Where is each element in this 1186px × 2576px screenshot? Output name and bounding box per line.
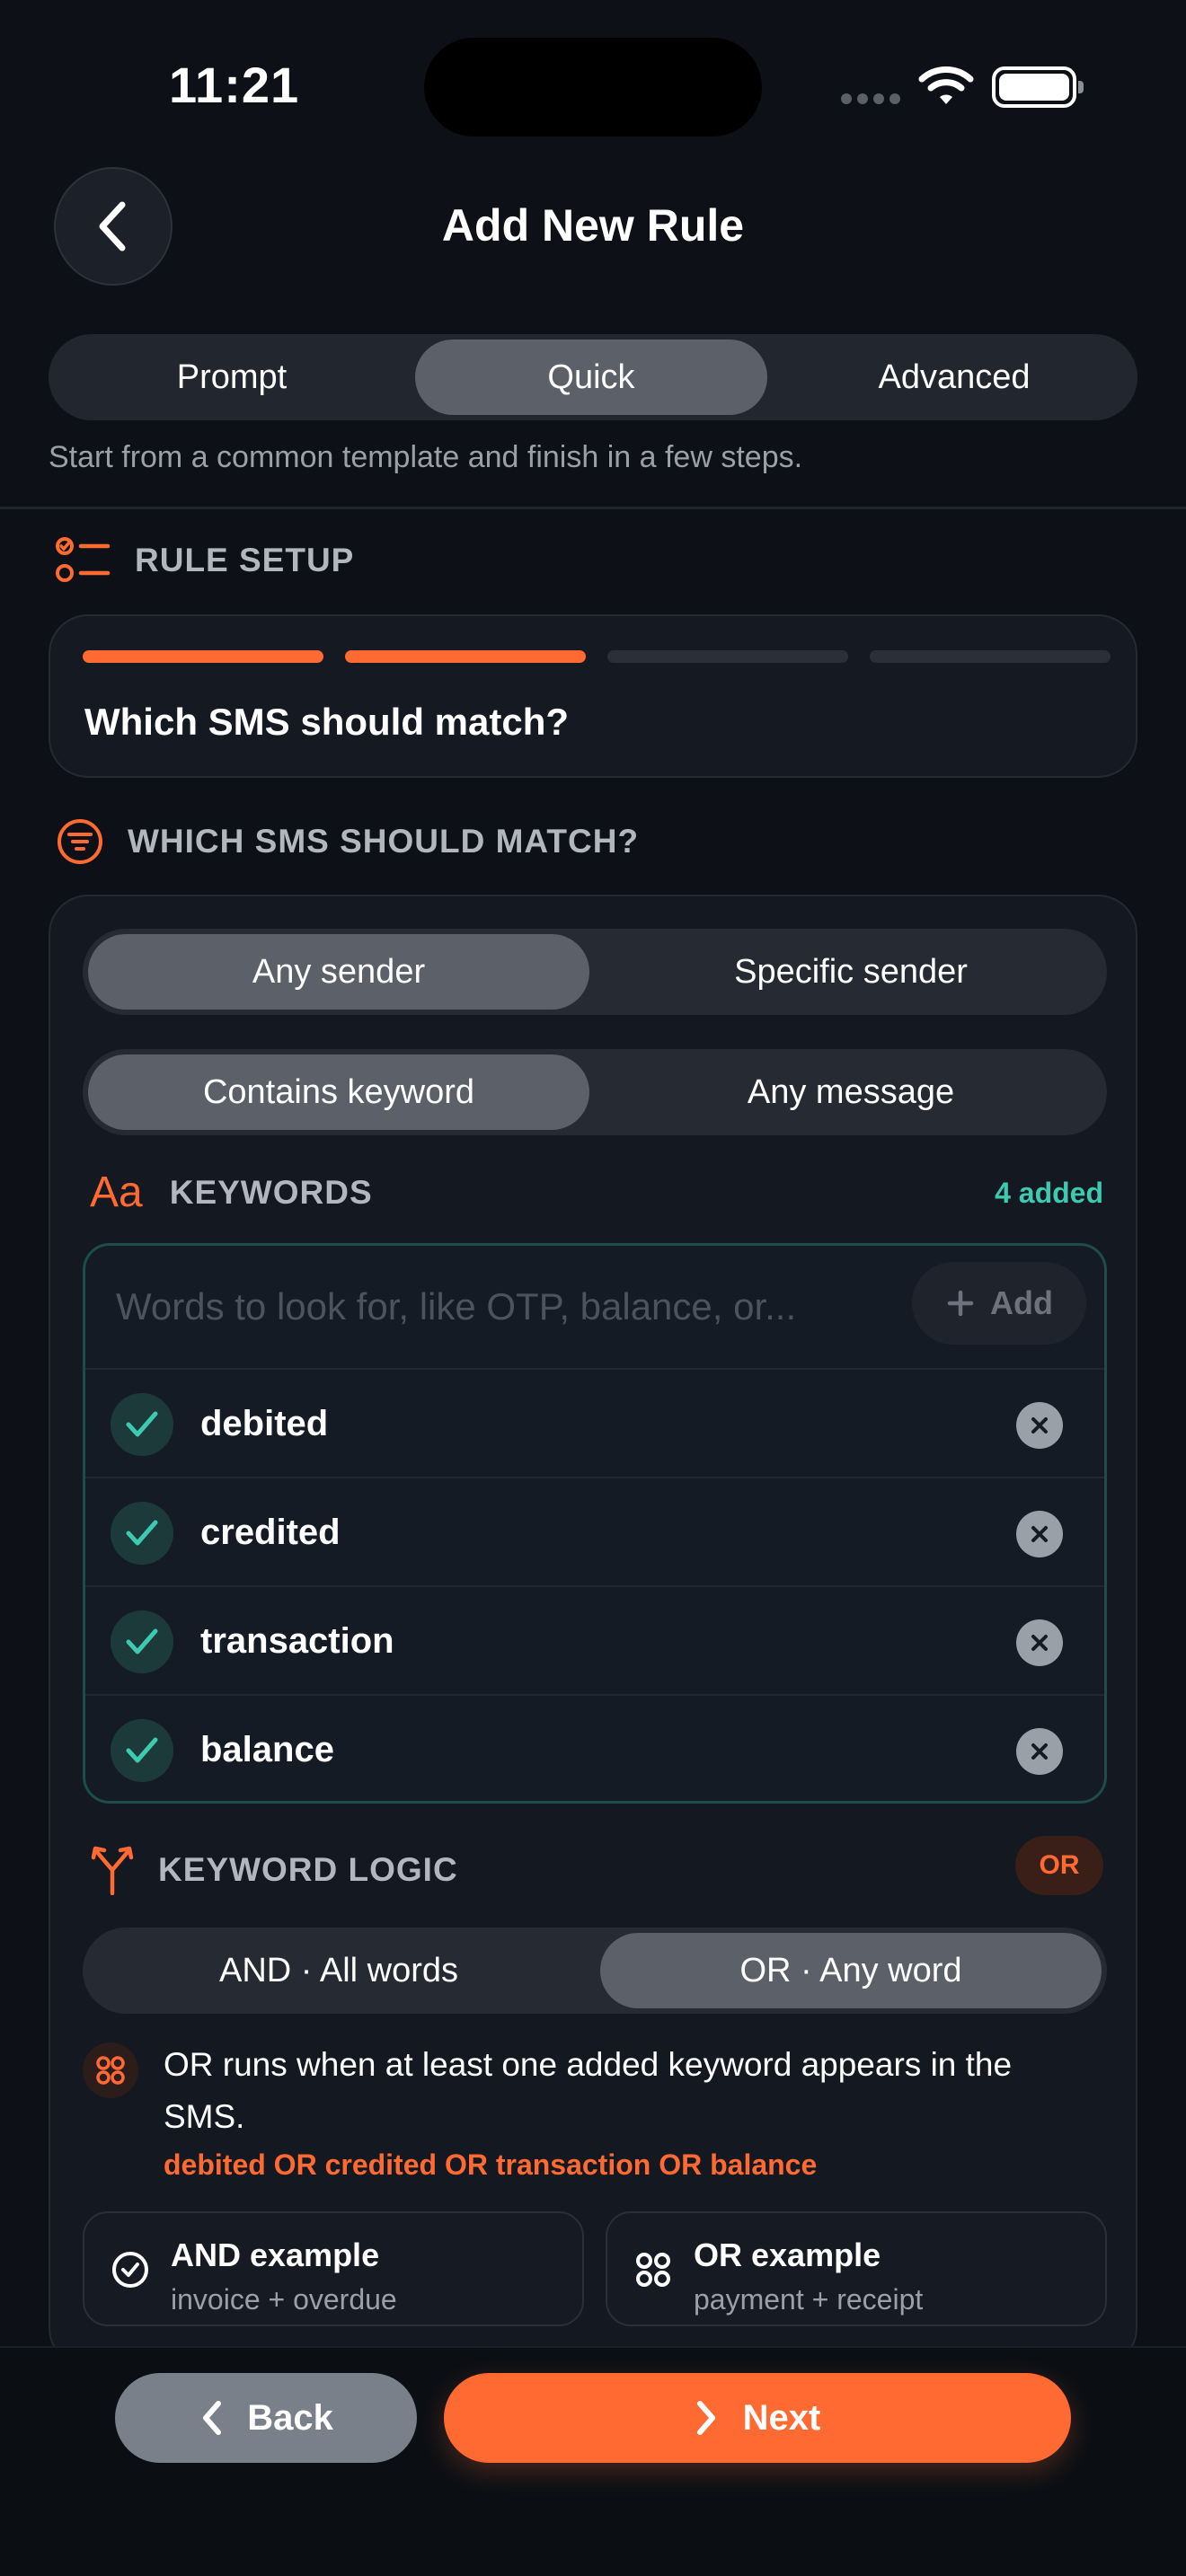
- match-card: Any sender Specific sender Contains keyw…: [49, 895, 1137, 2368]
- close-icon: [1031, 1417, 1048, 1434]
- split-arrow-icon: [91, 1846, 134, 1895]
- keywords-heading-label: KEYWORDS: [169, 1173, 373, 1211]
- step-question: Which SMS should match?: [84, 701, 570, 743]
- keywords-box: Words to look for, like OTP, balance, or…: [83, 1243, 1107, 1804]
- add-keyword-button[interactable]: Add: [912, 1262, 1086, 1345]
- example-subtitle: invoice + overdue: [171, 2283, 397, 2316]
- specific-sender-option[interactable]: Specific sender: [600, 934, 1102, 1010]
- and-example-card[interactable]: AND example invoice + overdue: [83, 2211, 584, 2326]
- step-bar: [83, 650, 323, 663]
- remove-keyword-button[interactable]: [1016, 1728, 1063, 1775]
- keyword-row: credited: [85, 1477, 1104, 1585]
- remove-keyword-button[interactable]: [1016, 1511, 1063, 1557]
- match-heading-label: WHICH SMS SHOULD MATCH?: [128, 823, 640, 860]
- grid-dots-icon: [636, 2253, 670, 2287]
- mode-segmented-control: Prompt Quick Advanced: [49, 334, 1137, 420]
- next-label: Next: [742, 2397, 821, 2438]
- remove-keyword-button[interactable]: [1016, 1402, 1063, 1449]
- tab-quick[interactable]: Quick: [415, 340, 767, 415]
- keyword-label: transaction: [200, 1621, 394, 1661]
- keyword-row: debited: [85, 1368, 1104, 1477]
- chevron-right-icon: [696, 2401, 715, 2435]
- and-option[interactable]: AND · All words: [88, 1933, 589, 2008]
- example-title: AND example: [171, 2236, 380, 2273]
- keyword-label: credited: [200, 1513, 341, 1552]
- plus-icon: [947, 1290, 974, 1317]
- keywords-heading: Aa KEYWORDS: [90, 1168, 373, 1217]
- example-subtitle: payment + receipt: [694, 2283, 924, 2316]
- page-title: Add New Rule: [441, 200, 745, 251]
- add-label: Add: [990, 1284, 1053, 1321]
- tab-prompt[interactable]: Prompt: [56, 340, 408, 415]
- close-icon: [1031, 1743, 1048, 1760]
- keyword-input-row: Words to look for, like OTP, balance, or…: [85, 1246, 1104, 1368]
- battery-icon: [992, 66, 1084, 108]
- check-circle-icon: [112, 2252, 148, 2288]
- logic-explanation: OR runs when at least one added keyword …: [164, 2046, 1013, 2135]
- match-heading: WHICH SMS SHOULD MATCH?: [56, 817, 639, 866]
- keyword-label: debited: [200, 1404, 329, 1443]
- rule-setup-label: RULE SETUP: [135, 542, 355, 578]
- close-icon: [1031, 1635, 1048, 1651]
- example-title: OR example: [694, 2236, 881, 2273]
- keyword-label: balance: [200, 1730, 334, 1769]
- logic-expression: debited OR credited OR transaction OR ba…: [164, 2148, 818, 2181]
- bottom-action-bar: Back Next: [0, 2346, 1186, 2576]
- text-format-icon: Aa: [90, 1169, 143, 1216]
- wifi-icon: [918, 66, 974, 104]
- or-example-card[interactable]: OR example payment + receipt: [606, 2211, 1107, 2326]
- tab-advanced[interactable]: Advanced: [778, 340, 1130, 415]
- check-icon: [111, 1719, 173, 1782]
- step-bar: [607, 650, 848, 663]
- step-bar: [870, 650, 1111, 663]
- back-label: Back: [247, 2397, 333, 2438]
- filter-icon: [58, 819, 102, 864]
- step-progress: [83, 650, 1111, 663]
- contains-keyword-option[interactable]: Contains keyword: [88, 1054, 589, 1130]
- check-icon: [111, 1610, 173, 1673]
- sender-segmented-control: Any sender Specific sender: [83, 929, 1107, 1015]
- check-icon: [111, 1393, 173, 1456]
- back-button[interactable]: Back: [115, 2373, 417, 2463]
- close-icon: [1031, 1526, 1048, 1542]
- or-option[interactable]: OR · Any word: [600, 1933, 1102, 2008]
- dynamic-island: [424, 38, 762, 137]
- rule-setup-heading: RULE SETUP: [56, 535, 354, 586]
- keyword-row: balance: [85, 1694, 1104, 1801]
- step-bar: [345, 650, 586, 663]
- keyword-input[interactable]: Words to look for, like OTP, balance, or…: [116, 1285, 796, 1328]
- any-message-option[interactable]: Any message: [600, 1054, 1102, 1130]
- progress-card: Which SMS should match?: [49, 614, 1137, 778]
- logic-badge: OR: [1015, 1836, 1103, 1895]
- divider: [0, 507, 1186, 509]
- any-sender-option[interactable]: Any sender: [88, 934, 589, 1010]
- grid-dots-icon: [83, 2042, 138, 2098]
- check-icon: [111, 1502, 173, 1565]
- chevron-left-icon: [203, 2401, 222, 2435]
- content-segmented-control: Contains keyword Any message: [83, 1049, 1107, 1135]
- keyword-row: transaction: [85, 1585, 1104, 1694]
- remove-keyword-button[interactable]: [1016, 1619, 1063, 1666]
- checklist-icon: [56, 537, 111, 582]
- next-button[interactable]: Next: [444, 2373, 1071, 2463]
- status-time: 11:21: [169, 57, 300, 113]
- keyword-logic-label: KEYWORD LOGIC: [158, 1851, 458, 1888]
- keyword-count: 4 added: [995, 1177, 1103, 1209]
- status-bar: 11:21: [0, 0, 1186, 171]
- keyword-logic-heading: KEYWORD LOGIC: [90, 1845, 458, 1895]
- logic-segmented-control: AND · All words OR · Any word: [83, 1928, 1107, 2014]
- signal-icon: [841, 93, 900, 104]
- mode-description: Start from a common template and finish …: [49, 440, 803, 474]
